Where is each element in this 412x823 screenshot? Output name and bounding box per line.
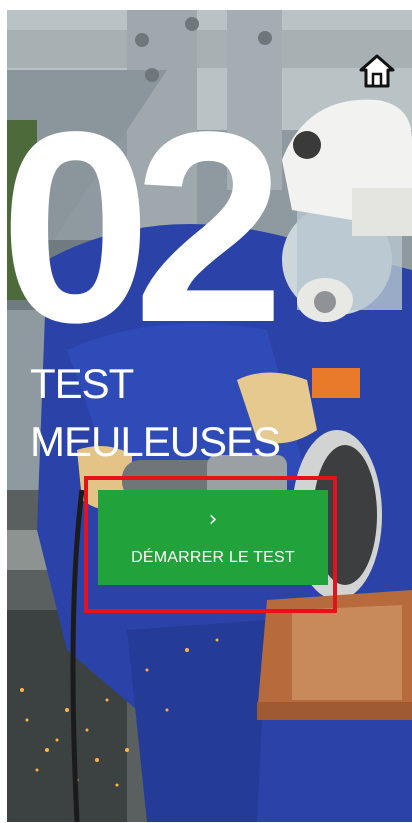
home-icon (358, 52, 396, 95)
test-title: TEST MEULEUSES (30, 355, 281, 471)
home-button[interactable] (355, 52, 399, 94)
start-test-button-label: DÉMARRER LE TEST (131, 548, 295, 566)
start-test-button[interactable]: › DÉMARRER LE TEST (98, 490, 328, 585)
test-title-line-1: TEST (30, 360, 134, 407)
test-intro-screen: 02 TEST MEULEUSES › DÉMARRER LE TEST (0, 0, 412, 823)
chevron-right-icon: › (208, 506, 218, 532)
test-number: 02 (0, 75, 285, 379)
test-title-line-2: MEULEUSES (30, 418, 281, 465)
